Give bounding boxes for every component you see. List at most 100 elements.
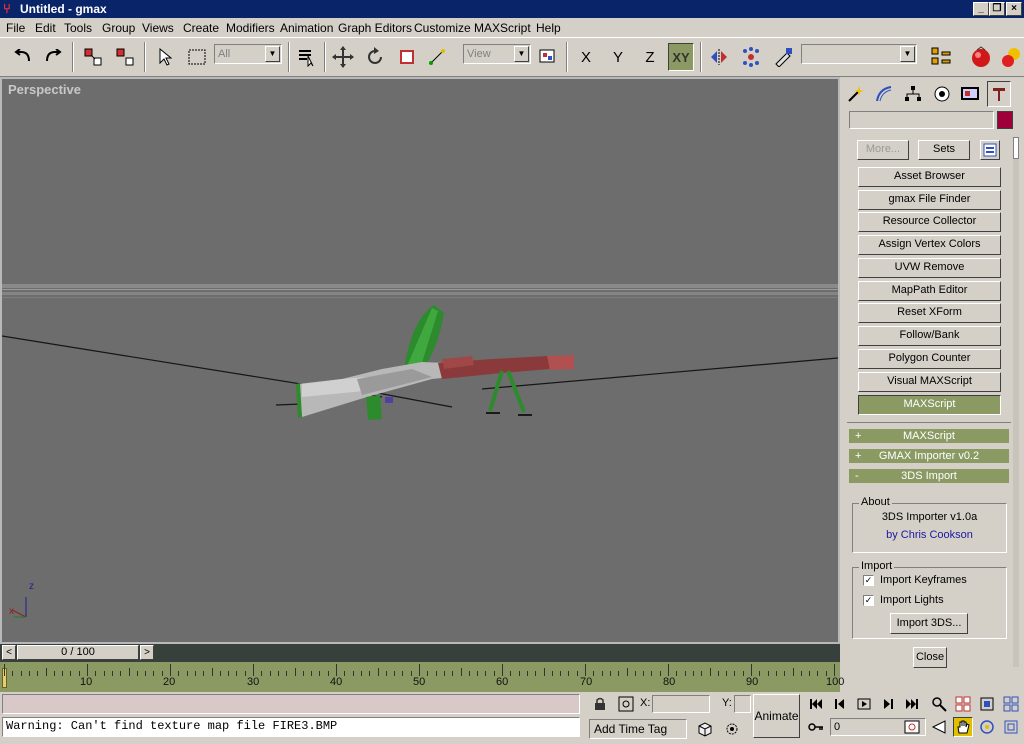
- select-and-rotate-icon[interactable]: [362, 43, 388, 71]
- rifle-model[interactable]: [296, 305, 574, 420]
- time-slider-thumb[interactable]: 0 / 100: [17, 645, 139, 660]
- goto-start-icon[interactable]: [806, 694, 826, 714]
- select-and-link-icon[interactable]: [80, 43, 106, 71]
- restrict-xy-button[interactable]: XY: [668, 43, 694, 71]
- object-name-field[interactable]: [849, 111, 994, 129]
- object-color-swatch[interactable]: [997, 111, 1013, 129]
- modify-tab-icon[interactable]: [872, 81, 896, 107]
- animate-button[interactable]: Animate: [753, 694, 800, 738]
- field-of-view-icon[interactable]: [929, 717, 949, 737]
- menu-edit[interactable]: Edit: [35, 21, 56, 35]
- goto-end-icon[interactable]: [902, 694, 922, 714]
- redo-icon[interactable]: [40, 43, 66, 71]
- quick-render-icon[interactable]: [998, 43, 1024, 71]
- assign-vertex-colors-button[interactable]: Assign Vertex Colors: [858, 235, 1001, 255]
- time-configuration-icon[interactable]: [902, 717, 922, 737]
- menu-create[interactable]: Create: [183, 21, 219, 35]
- undo-icon[interactable]: [10, 43, 36, 71]
- restrict-x-button[interactable]: X: [573, 43, 599, 71]
- menu-animation[interactable]: Animation: [280, 21, 333, 35]
- menu-views[interactable]: Views: [142, 21, 174, 35]
- previous-frame-icon[interactable]: [830, 694, 850, 714]
- zoom-extents-all-icon[interactable]: [1001, 694, 1021, 714]
- menu-graph-editors[interactable]: Graph Editors: [338, 21, 412, 35]
- menu-help[interactable]: Help: [536, 21, 561, 35]
- pan-hand-icon[interactable]: [953, 717, 973, 737]
- menu-file[interactable]: File: [6, 21, 25, 35]
- box-icon[interactable]: [695, 719, 715, 739]
- follow-bank-button[interactable]: Follow/Bank: [858, 326, 1001, 346]
- configure-button-sets-icon[interactable]: [980, 140, 1000, 160]
- align-icon[interactable]: [770, 43, 796, 71]
- close-button[interactable]: ×: [1006, 2, 1022, 16]
- selection-filter-dropdown[interactable]: All ▼: [214, 44, 282, 64]
- menu-group[interactable]: Group: [102, 21, 135, 35]
- restore-button[interactable]: ❐: [989, 2, 1005, 16]
- import-lights-checkbox[interactable]: ✓: [863, 595, 874, 606]
- motion-tab-icon[interactable]: [930, 81, 954, 107]
- y-coord-field[interactable]: [734, 695, 751, 713]
- panel-scrollbar[interactable]: [1013, 137, 1019, 667]
- more-button[interactable]: More...: [857, 140, 909, 160]
- menu-customize[interactable]: Customize: [414, 21, 471, 35]
- select-and-move-icon[interactable]: [330, 43, 356, 71]
- zoom-all-icon[interactable]: [953, 694, 973, 714]
- track-bar[interactable]: 10 20 30 40 50 60 70 80 90 100: [0, 662, 844, 692]
- next-frame-icon[interactable]: [878, 694, 898, 714]
- restrict-z-button[interactable]: Z: [637, 43, 663, 71]
- pivot-center-icon[interactable]: [424, 43, 450, 71]
- render-scene-icon[interactable]: [968, 43, 994, 71]
- menu-tools[interactable]: Tools: [64, 21, 92, 35]
- prompt-field[interactable]: [2, 694, 580, 714]
- rollout-gmax-importer[interactable]: + GMAX Importer v0.2: [849, 449, 1009, 463]
- reset-xform-button[interactable]: Reset XForm: [858, 303, 1001, 323]
- time-next-button[interactable]: >: [140, 645, 154, 660]
- polygon-counter-button[interactable]: Polygon Counter: [858, 349, 1001, 369]
- key-mode-icon[interactable]: [806, 717, 826, 737]
- key-filter-icon[interactable]: [722, 719, 742, 739]
- create-tab-icon[interactable]: [844, 81, 868, 107]
- display-tab-icon[interactable]: [958, 81, 982, 107]
- min-max-toggle-icon[interactable]: [1001, 717, 1021, 737]
- uvw-remove-button[interactable]: UVW Remove: [858, 258, 1001, 278]
- menu-modifiers[interactable]: Modifiers: [226, 21, 275, 35]
- import-keyframes-checkbox[interactable]: ✓: [863, 575, 874, 586]
- restrict-y-button[interactable]: Y: [605, 43, 631, 71]
- absolute-mode-icon[interactable]: [616, 694, 636, 714]
- rollout-3ds-import[interactable]: - 3DS Import: [849, 469, 1009, 483]
- select-object-icon[interactable]: [152, 43, 178, 71]
- maxscript-utility-button[interactable]: MAXScript: [858, 395, 1001, 415]
- select-and-scale-icon[interactable]: [394, 43, 420, 71]
- named-selection-dropdown[interactable]: ▼: [801, 44, 917, 64]
- selection-region-icon[interactable]: [184, 43, 210, 71]
- hierarchy-tab-icon[interactable]: [901, 81, 925, 107]
- play-icon[interactable]: [854, 694, 874, 714]
- mirror-icon[interactable]: [706, 43, 732, 71]
- menu-maxscript[interactable]: MAXScript: [474, 21, 531, 35]
- gmax-file-finder-button[interactable]: gmax File Finder: [858, 190, 1001, 210]
- zoom-icon[interactable]: [929, 694, 949, 714]
- mappath-editor-button[interactable]: MapPath Editor: [858, 281, 1001, 301]
- reference-coordinate-dropdown[interactable]: View ▼: [463, 44, 531, 64]
- array-icon[interactable]: [738, 43, 764, 71]
- x-coord-field[interactable]: [652, 695, 710, 713]
- asset-browser-button[interactable]: Asset Browser: [858, 167, 1001, 187]
- time-prev-button[interactable]: <: [2, 645, 16, 660]
- visual-maxscript-button[interactable]: Visual MAXScript: [858, 372, 1001, 392]
- sets-button[interactable]: Sets: [918, 140, 970, 160]
- zoom-extents-icon[interactable]: [977, 694, 997, 714]
- lock-selection-icon[interactable]: [590, 694, 610, 714]
- import-3ds-button[interactable]: Import 3DS...: [890, 613, 968, 634]
- minimize-button[interactable]: _: [973, 2, 989, 16]
- perspective-viewport[interactable]: Perspective z x: [0, 77, 840, 644]
- utilities-tab-icon[interactable]: [987, 81, 1011, 107]
- rollout-maxscript[interactable]: + MAXScript: [849, 429, 1009, 443]
- select-by-name-icon[interactable]: [294, 43, 320, 71]
- resource-collector-button[interactable]: Resource Collector: [858, 212, 1001, 232]
- close-rollout-button[interactable]: Close: [913, 647, 947, 668]
- use-pivot-point-icon[interactable]: [534, 43, 560, 71]
- layers-icon[interactable]: [928, 43, 954, 71]
- unlink-selection-icon[interactable]: [112, 43, 138, 71]
- arc-rotate-icon[interactable]: [977, 717, 997, 737]
- add-time-tag-field[interactable]: Add Time Tag: [589, 719, 687, 739]
